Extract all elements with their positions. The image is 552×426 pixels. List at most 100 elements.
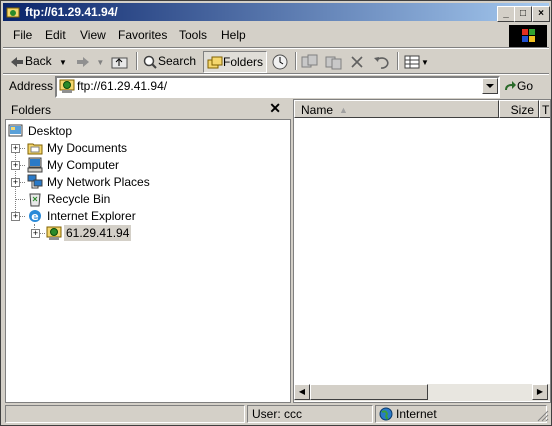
tree-line — [20, 182, 25, 183]
copy-to-icon — [325, 56, 342, 70]
address-bar: Address Go — [3, 74, 549, 98]
windows-logo-icon — [509, 25, 547, 47]
recycle-bin-icon — [29, 193, 41, 207]
tree-item-ftp-site[interactable]: + 61.29.41.94 — [6, 225, 206, 241]
folders-pane-title: Folders — [11, 103, 52, 117]
move-to-button[interactable] — [301, 51, 319, 71]
forward-arrow-icon — [77, 56, 89, 67]
menu-help[interactable]: Help — [221, 28, 246, 42]
column-header-label: Name — [301, 103, 334, 117]
folders-pane-header: Folders ✕ — [3, 99, 289, 119]
column-header-label: Size — [510, 103, 534, 117]
computer-icon — [27, 157, 43, 173]
title-bar[interactable]: ftp://61.29.41.94/ _ □ × — [3, 3, 550, 22]
menu-bar: File Edit View Favorites Tools Help — [3, 24, 503, 46]
ftp-site-icon — [59, 79, 75, 93]
copy-to-button[interactable] — [325, 51, 343, 71]
file-list-pane[interactable]: Name ▲ Size T ◀ ▶ — [293, 99, 551, 403]
close-pane-icon[interactable]: ✕ — [269, 100, 281, 117]
address-input[interactable] — [77, 79, 473, 93]
tree-item-label: Recycle Bin — [47, 192, 111, 206]
minimize-button[interactable]: _ — [497, 6, 515, 22]
column-header-label: T — [542, 103, 550, 117]
toolbar-separator — [136, 52, 138, 70]
chevron-down-icon — [486, 84, 494, 88]
folder-icon — [27, 143, 43, 155]
address-label: Address — [9, 79, 54, 93]
history-icon — [272, 54, 288, 70]
status-user-text: User: ccc — [252, 407, 303, 421]
tree-item-my-network-places[interactable]: + My Network Places — [6, 174, 246, 190]
move-to-icon — [301, 54, 318, 68]
go-label: Go — [517, 79, 534, 93]
tree-line — [16, 199, 25, 200]
search-button[interactable]: Search — [142, 51, 196, 71]
folders-label: Folders — [223, 55, 264, 69]
tree-line — [20, 165, 25, 166]
status-zone: Internet — [375, 405, 547, 423]
undo-icon — [374, 56, 389, 69]
undo-button[interactable] — [373, 51, 391, 71]
tree-item-label: Internet Explorer — [47, 209, 136, 223]
column-header-type[interactable]: T — [539, 100, 550, 118]
forward-dropdown-icon[interactable]: ▼ — [96, 58, 104, 67]
expand-icon[interactable]: + — [11, 178, 20, 187]
delete-button[interactable] — [349, 51, 365, 71]
status-user: User: ccc — [247, 405, 373, 423]
tree-item-label: 61.29.41.94 — [64, 225, 132, 241]
views-icon — [404, 55, 420, 69]
tree-item-desktop[interactable]: Desktop — [8, 123, 208, 139]
history-button[interactable] — [271, 51, 289, 71]
expand-icon[interactable]: + — [11, 161, 20, 170]
tree-item-label: My Computer — [47, 158, 120, 172]
menu-file[interactable]: File — [13, 28, 32, 42]
horizontal-scrollbar[interactable]: ◀ ▶ — [294, 384, 550, 401]
views-dropdown-icon[interactable]: ▼ — [421, 58, 429, 67]
tree-item-my-documents[interactable]: + My Documents — [6, 140, 226, 156]
search-label: Search — [158, 54, 197, 68]
go-arrow-icon — [505, 80, 516, 90]
search-icon — [143, 55, 157, 69]
tree-line — [20, 148, 25, 149]
up-folder-button[interactable] — [111, 51, 129, 71]
explorer-window: ftp://61.29.41.94/ _ □ × File Edit View … — [0, 0, 552, 426]
tree-item-my-computer[interactable]: + My Computer — [6, 157, 226, 173]
scroll-left-button[interactable]: ◀ — [294, 384, 310, 400]
go-button[interactable]: Go — [503, 77, 545, 95]
scroll-thumb[interactable] — [310, 384, 428, 400]
address-field[interactable] — [55, 76, 500, 98]
folders-button[interactable]: Folders — [203, 51, 268, 73]
menu-favorites[interactable]: Favorites — [118, 28, 167, 42]
column-header-name[interactable]: Name ▲ — [294, 100, 499, 118]
back-button[interactable]: Back ▼ — [9, 51, 67, 71]
window-title: ftp://61.29.41.94/ — [25, 5, 118, 19]
toolbar: Back ▼ ▼ Search Folders ▼ — [3, 49, 549, 73]
expand-icon[interactable]: + — [31, 229, 40, 238]
tree-item-label: My Documents — [47, 141, 128, 155]
expand-icon[interactable]: + — [11, 144, 20, 153]
back-label: Back — [25, 54, 52, 68]
tree-item-internet-explorer[interactable]: + e Internet Explorer — [6, 208, 226, 224]
menu-tools[interactable]: Tools — [179, 28, 207, 42]
ftp-site-icon — [46, 226, 62, 240]
status-bar: User: ccc Internet — [3, 404, 549, 424]
back-dropdown-icon[interactable]: ▼ — [59, 58, 67, 67]
tree-item-label: Desktop — [28, 124, 73, 138]
tree-item-label: My Network Places — [47, 175, 150, 189]
folders-icon — [207, 56, 223, 69]
views-button[interactable]: ▼ — [403, 51, 429, 71]
tree-line — [20, 216, 25, 217]
menu-edit[interactable]: Edit — [45, 28, 66, 42]
ie-icon: e — [29, 210, 41, 223]
maximize-button[interactable]: □ — [514, 6, 532, 22]
address-dropdown-button[interactable] — [482, 78, 498, 94]
ftp-folder-icon — [6, 7, 20, 18]
close-button[interactable]: × — [532, 6, 550, 22]
scroll-right-button[interactable]: ▶ — [532, 384, 548, 400]
resize-grip-icon[interactable] — [537, 410, 549, 422]
column-header-size[interactable]: Size — [499, 100, 539, 118]
tree-item-recycle-bin[interactable]: Recycle Bin — [6, 191, 206, 207]
forward-button[interactable]: ▼ — [75, 51, 104, 71]
menu-view[interactable]: View — [80, 28, 106, 42]
expand-icon[interactable]: + — [11, 212, 20, 221]
